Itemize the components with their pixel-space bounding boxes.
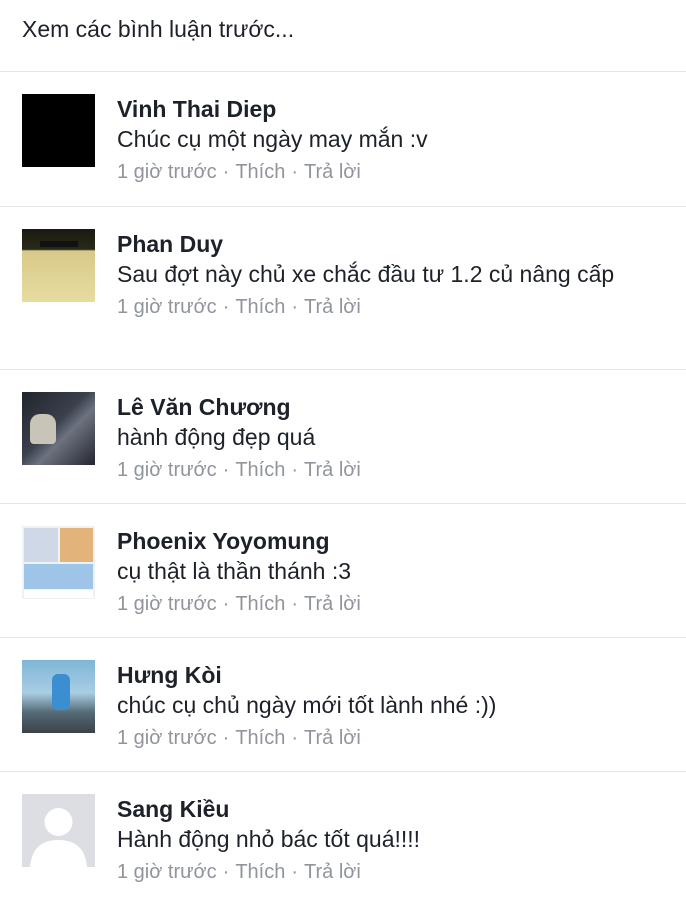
comment-body: Phan Duy Sau đợt này chủ xe chắc đầu tư …	[117, 229, 664, 369]
like-button[interactable]: Thích	[235, 459, 285, 481]
comment-item: Sang Kiều Hành động nhỏ bác tốt quá!!!! …	[0, 772, 686, 897]
avatar-panel	[60, 528, 93, 562]
comment-time: 1 giờ trước	[117, 296, 217, 318]
comment-text: cụ thật là thần thánh :3	[117, 558, 352, 584]
comment-text: Chúc cụ một ngày may mắn :v	[117, 126, 428, 152]
like-button[interactable]: Thích	[235, 593, 285, 615]
reply-button[interactable]: Trả lời	[304, 459, 361, 481]
reply-button[interactable]: Trả lời	[304, 161, 361, 183]
meta-separator: ·	[291, 593, 299, 615]
comment-text: Sau đợt này chủ xe chắc đầu tư 1.2 củ nâ…	[117, 261, 615, 287]
meta-separator: ·	[222, 861, 230, 883]
comment-time: 1 giờ trước	[117, 593, 217, 615]
comment-time: 1 giờ trước	[117, 459, 217, 481]
comment-time: 1 giờ trước	[117, 161, 217, 183]
view-previous-comments-bar[interactable]: Xem các bình luận trước...	[0, 0, 686, 72]
comment-time: 1 giờ trước	[117, 861, 217, 883]
like-button[interactable]: Thích	[235, 861, 285, 883]
commenter-name[interactable]: Phoenix Yoyomung	[117, 526, 664, 556]
avatar[interactable]	[22, 526, 95, 599]
comment-text: chúc cụ chủ ngày mới tốt lành nhé :))	[117, 692, 497, 718]
meta-separator: ·	[291, 161, 299, 183]
comment-meta: 1 giờ trước · Thích · Trả lời	[117, 858, 664, 886]
comment-body: Hưng Kòi chúc cụ chủ ngày mới tốt lành n…	[117, 660, 664, 771]
like-button[interactable]: Thích	[235, 161, 285, 183]
meta-separator: ·	[291, 861, 299, 883]
comment-item: Vinh Thai Diep Chúc cụ một ngày may mắn …	[0, 72, 686, 207]
avatar-panel	[24, 528, 58, 562]
comment-body: Phoenix Yoyomung cụ thật là thần thánh :…	[117, 526, 664, 637]
meta-separator: ·	[222, 296, 230, 318]
commenter-name[interactable]: Hưng Kòi	[117, 660, 664, 690]
avatar[interactable]	[22, 229, 95, 302]
like-button[interactable]: Thích	[235, 727, 285, 749]
default-silhouette-icon	[22, 794, 95, 867]
meta-separator: ·	[291, 459, 299, 481]
meta-separator: ·	[291, 296, 299, 318]
reply-button[interactable]: Trả lời	[304, 296, 361, 318]
reply-button[interactable]: Trả lời	[304, 861, 361, 883]
view-previous-comments-link[interactable]: Xem các bình luận trước...	[22, 16, 294, 43]
comment-meta: 1 giờ trước · Thích · Trả lời	[117, 293, 664, 321]
like-button[interactable]: Thích	[235, 296, 285, 318]
comment-item: Hưng Kòi chúc cụ chủ ngày mới tốt lành n…	[0, 638, 686, 772]
comment-meta: 1 giờ trước · Thích · Trả lời	[117, 158, 664, 186]
avatar[interactable]	[22, 94, 95, 167]
comment-item: Lê Văn Chương hành động đẹp quá 1 giờ tr…	[0, 370, 686, 504]
meta-separator: ·	[222, 161, 230, 183]
meta-separator: ·	[222, 727, 230, 749]
avatar[interactable]	[22, 660, 95, 733]
commenter-name[interactable]: Sang Kiều	[117, 794, 664, 824]
avatar-panel	[24, 590, 93, 598]
comment-body: Lê Văn Chương hành động đẹp quá 1 giờ tr…	[117, 392, 664, 503]
avatar-panel	[24, 564, 93, 589]
commenter-name[interactable]: Vinh Thai Diep	[117, 94, 664, 124]
meta-separator: ·	[222, 593, 230, 615]
comment-meta: 1 giờ trước · Thích · Trả lời	[117, 590, 664, 618]
comment-item: Phoenix Yoyomung cụ thật là thần thánh :…	[0, 504, 686, 638]
comment-body: Vinh Thai Diep Chúc cụ một ngày may mắn …	[117, 94, 664, 206]
avatar[interactable]	[22, 392, 95, 465]
reply-button[interactable]: Trả lời	[304, 593, 361, 615]
meta-separator: ·	[222, 459, 230, 481]
comment-text: hành động đẹp quá	[117, 424, 316, 450]
avatar[interactable]	[22, 794, 95, 867]
meta-separator: ·	[291, 727, 299, 749]
comment-meta: 1 giờ trước · Thích · Trả lời	[117, 456, 664, 484]
comment-meta: 1 giờ trước · Thích · Trả lời	[117, 724, 664, 752]
comment-time: 1 giờ trước	[117, 727, 217, 749]
commenter-name[interactable]: Phan Duy	[117, 229, 664, 259]
commenter-name[interactable]: Lê Văn Chương	[117, 392, 664, 422]
comment-body: Sang Kiều Hành động nhỏ bác tốt quá!!!! …	[117, 794, 664, 897]
comment-text: Hành động nhỏ bác tốt quá!!!!	[117, 826, 421, 852]
comment-item: Phan Duy Sau đợt này chủ xe chắc đầu tư …	[0, 207, 686, 370]
reply-button[interactable]: Trả lời	[304, 727, 361, 749]
